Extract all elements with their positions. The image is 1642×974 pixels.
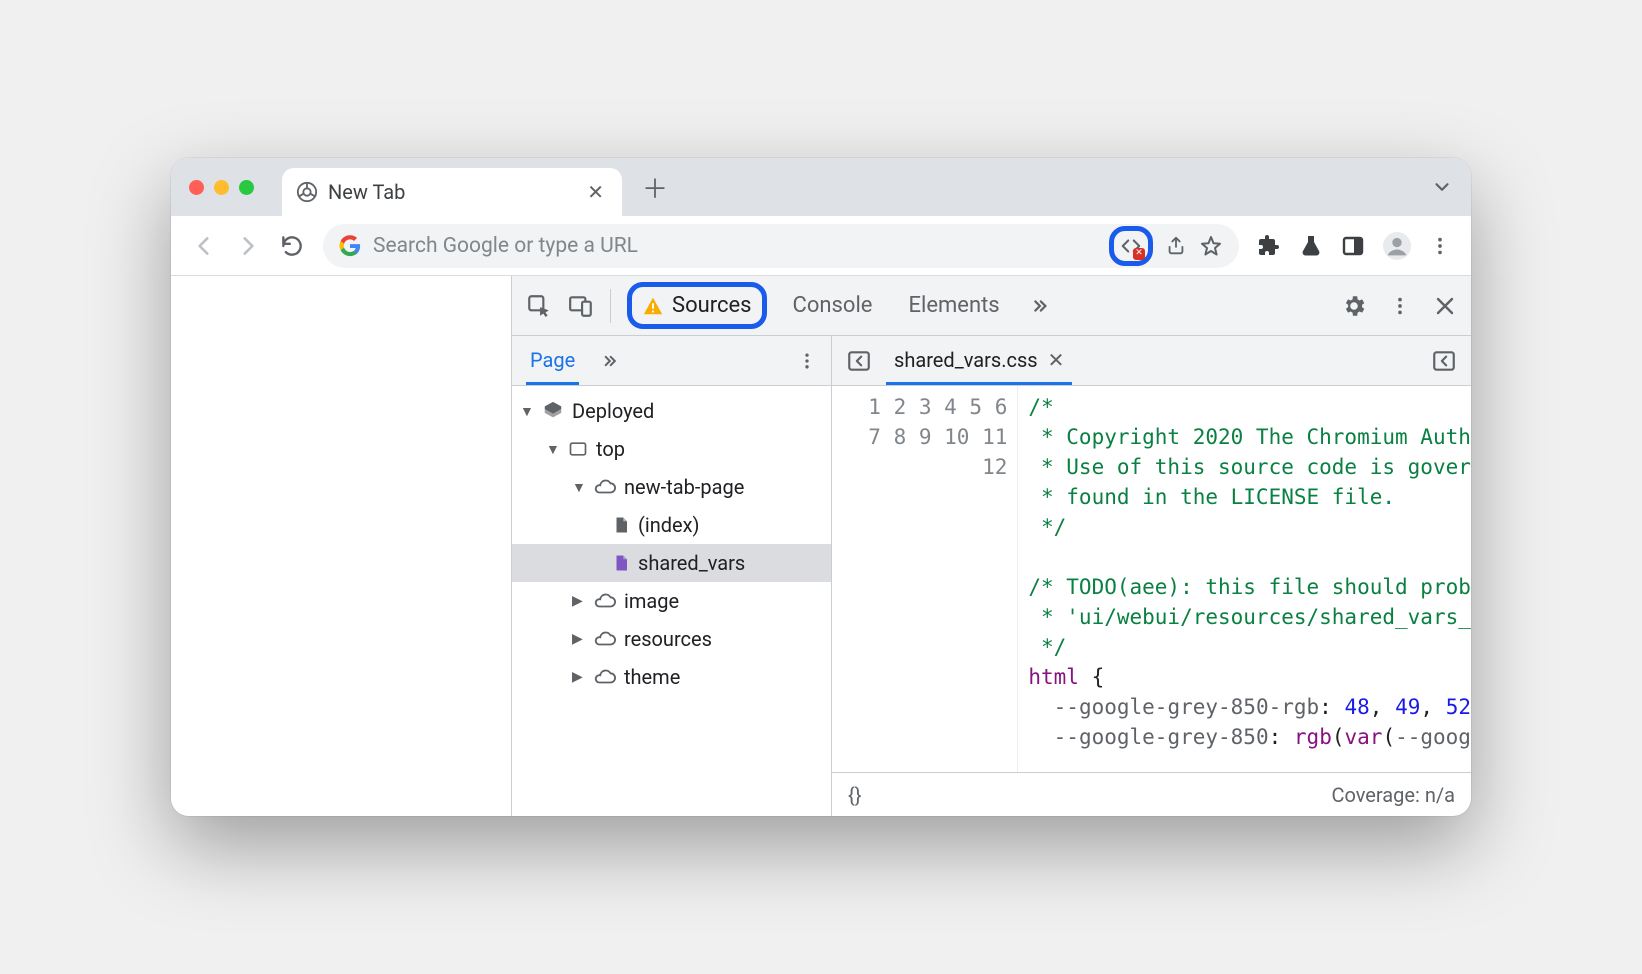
window-controls — [189, 180, 254, 195]
close-devtools-button[interactable] — [1433, 294, 1457, 318]
devtools-subbar: Page shared_vars.css ✕ — [512, 336, 1471, 386]
code-editor[interactable]: 1 2 3 4 5 6 7 8 9 10 11 12 /* * Copyrigh… — [832, 386, 1471, 816]
tab-elements[interactable]: Elements — [898, 287, 1009, 324]
cloud-icon — [594, 590, 616, 612]
devtools-tabbar: Sources Console Elements — [512, 276, 1471, 336]
tree-row-newtabpage[interactable]: ▼ new-tab-page — [512, 468, 831, 506]
navigator-header: Page — [512, 336, 832, 385]
tree-row-index[interactable]: (index) — [512, 506, 831, 544]
tree-row-image[interactable]: ▶ image — [512, 582, 831, 620]
devtools-toggle-button[interactable]: ✕ — [1120, 235, 1142, 257]
browser-tab[interactable]: New Tab ✕ — [282, 168, 622, 216]
page-viewport — [171, 276, 511, 816]
browser-window: New Tab ✕ ＋ Search Google or type a URL — [171, 158, 1471, 816]
frame-icon — [568, 439, 588, 459]
devtools-panel: Sources Console Elements — [511, 276, 1471, 816]
back-button[interactable] — [191, 233, 217, 259]
tree-row-resources[interactable]: ▶ resources — [512, 620, 831, 658]
labs-button[interactable] — [1299, 234, 1323, 258]
toolbar: Search Google or type a URL ✕ — [171, 216, 1471, 276]
devtools-toggle-highlight: ✕ — [1109, 226, 1153, 266]
tab-sources-label: Sources — [672, 293, 752, 318]
file-icon — [612, 514, 630, 536]
open-file-tab[interactable]: shared_vars.css ✕ — [886, 336, 1072, 385]
format-braces-button[interactable]: {} — [848, 783, 862, 807]
address-bar[interactable]: Search Google or type a URL ✕ — [323, 224, 1239, 268]
cloud-icon — [594, 628, 616, 650]
inspect-element-button[interactable] — [526, 293, 552, 319]
open-file-name: shared_vars.css — [894, 348, 1038, 372]
address-bar-placeholder: Search Google or type a URL — [373, 234, 638, 258]
tree-row-top[interactable]: ▼ top — [512, 430, 831, 468]
google-icon — [339, 235, 361, 257]
chrome-menu-button[interactable] — [1429, 235, 1451, 257]
extensions-button[interactable] — [1257, 234, 1281, 258]
toggle-navigator-button[interactable] — [846, 348, 872, 374]
reload-button[interactable] — [279, 233, 305, 259]
minimize-window-button[interactable] — [214, 180, 229, 195]
tabs-dropdown-button[interactable] — [1431, 176, 1453, 198]
chrome-icon — [296, 181, 318, 203]
css-file-icon — [612, 552, 630, 574]
tab-strip: New Tab ✕ ＋ — [171, 158, 1471, 216]
cloud-icon — [594, 666, 616, 688]
maximize-window-button[interactable] — [239, 180, 254, 195]
side-panel-button[interactable] — [1341, 234, 1365, 258]
cloud-icon — [594, 476, 616, 498]
more-tabs-button[interactable] — [1026, 295, 1052, 317]
code-lines[interactable]: /* * Copyright 2020 The Chromium Auth * … — [1018, 386, 1471, 772]
tab-console[interactable]: Console — [783, 287, 883, 324]
editor-statusbar: {} Coverage: n/a — [832, 772, 1471, 816]
navigator-menu-button[interactable] — [797, 351, 817, 371]
content-area: Sources Console Elements — [171, 276, 1471, 816]
navigator-tab-page[interactable]: Page — [526, 336, 579, 385]
forward-button[interactable] — [235, 233, 261, 259]
coverage-status: Coverage: n/a — [1331, 783, 1455, 807]
warning-icon — [642, 295, 664, 317]
more-navigator-tabs[interactable] — [597, 351, 621, 371]
close-tab-button[interactable]: ✕ — [587, 180, 604, 204]
tree-row-theme[interactable]: ▶ theme — [512, 658, 831, 696]
new-tab-button[interactable]: ＋ — [642, 169, 668, 206]
settings-button[interactable] — [1341, 293, 1367, 319]
error-badge-icon: ✕ — [1133, 248, 1145, 260]
tree-row-deployed[interactable]: ▼ Deployed — [512, 392, 831, 430]
deployed-icon — [542, 400, 564, 422]
tree-row-shared-vars[interactable]: shared_vars — [512, 544, 831, 582]
line-gutter: 1 2 3 4 5 6 7 8 9 10 11 12 — [832, 386, 1018, 772]
editor-header: shared_vars.css ✕ — [832, 336, 1471, 385]
devtools-body: ▼ Deployed ▼ top ▼ new-tab-page — [512, 386, 1471, 816]
file-tree[interactable]: ▼ Deployed ▼ top ▼ new-tab-page — [512, 386, 832, 816]
device-toolbar-button[interactable] — [568, 293, 594, 319]
tab-title: New Tab — [328, 180, 405, 204]
devtools-menu-button[interactable] — [1389, 295, 1411, 317]
close-window-button[interactable] — [189, 180, 204, 195]
toggle-debugger-button[interactable] — [1431, 348, 1457, 374]
close-file-button[interactable]: ✕ — [1048, 348, 1065, 372]
profile-button[interactable] — [1383, 232, 1411, 260]
bookmark-button[interactable] — [1199, 234, 1223, 258]
tab-sources[interactable]: Sources — [627, 282, 767, 329]
share-button[interactable] — [1165, 235, 1187, 257]
